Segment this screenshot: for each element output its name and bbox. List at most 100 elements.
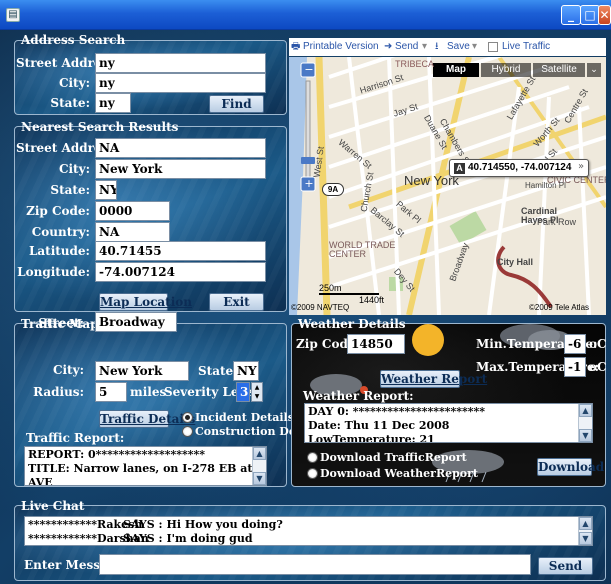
coords-callout[interactable]: A 40.714550, -74.007124 » <box>449 159 589 177</box>
chat-log[interactable]: ************Rakesh SAYS : Hi How you doi… <box>24 516 593 546</box>
search-street-input[interactable]: ny <box>95 53 266 73</box>
weather-report-text[interactable]: DAY 0: *********************** Date: Thu… <box>304 403 593 443</box>
incident-details-radio[interactable] <box>182 412 193 423</box>
coords-text: 40.714550, -74.007124 <box>468 162 572 173</box>
map-street-label: Cardinal Hayes Pl <box>521 206 559 225</box>
send-button[interactable]: Send <box>538 557 593 575</box>
traffic-report-text[interactable]: REPORT: 0******************* TITLE: Narr… <box>24 446 267 486</box>
send-link[interactable]: Send <box>395 38 418 56</box>
download-weather-label[interactable]: Download WeatherReport <box>320 467 478 480</box>
message-input[interactable] <box>99 554 531 575</box>
scroll-up-icon[interactable]: ▲ <box>579 404 592 417</box>
maximize-button[interactable]: □ <box>580 5 600 25</box>
min-temp-field[interactable]: -6 <box>564 334 586 354</box>
download-traffic-radio[interactable] <box>307 452 318 463</box>
result-longitude-label: Longitude: <box>17 265 90 279</box>
save-link[interactable]: Save <box>447 38 470 56</box>
map-type-satellite-button[interactable]: Satellite <box>533 63 585 77</box>
traffic-city-label: City: <box>52 363 84 377</box>
scroll-down-icon[interactable]: ▼ <box>579 532 592 545</box>
minimize-button[interactable]: _ <box>561 5 581 25</box>
traffic-report-scrollbar[interactable]: ▲ ▼ <box>252 447 266 485</box>
weather-report-line: LowTemperature: 21 <box>308 433 435 443</box>
close-button[interactable]: ✕ <box>598 5 611 25</box>
live-traffic-checkbox[interactable] <box>488 42 498 52</box>
app-icon[interactable]: ▤ <box>6 8 20 22</box>
severity-input[interactable]: 3 <box>236 382 250 402</box>
live-traffic-label[interactable]: Live Traffic <box>502 38 550 56</box>
download-button[interactable]: Download <box>537 458 604 476</box>
search-city-input[interactable]: ny <box>95 73 266 93</box>
traffic-state-input[interactable]: NY <box>233 361 259 381</box>
send-icon[interactable]: ➜ <box>384 38 392 56</box>
traffic-street-label: Street: <box>38 316 84 330</box>
traffic-report-line: REPORT: 0******************* <box>28 448 205 461</box>
result-country-field[interactable]: NA <box>95 222 170 242</box>
traffic-street-input[interactable]: Broadway <box>95 312 177 332</box>
live-chat-legend: Live Chat <box>21 499 85 513</box>
traffic-report-line: TITLE: Narrow lanes, on I-278 EB at LILY… <box>28 462 266 475</box>
nearest-results-legend: Nearest Search Results <box>21 120 179 134</box>
scroll-down-icon[interactable]: ▼ <box>253 472 266 485</box>
exit-button[interactable]: Exit <box>209 293 264 311</box>
result-latitude-field[interactable]: 40.71455 <box>95 241 266 261</box>
miles-label: miles <box>130 385 167 399</box>
construction-details-radio[interactable] <box>182 426 193 437</box>
min-temp-unit: oC <box>589 337 607 351</box>
printer-icon[interactable]: 🖶 <box>291 38 300 56</box>
result-longitude-field[interactable]: -74.007124 <box>95 262 266 282</box>
map-copyright-right: ©2009 Tele Atlas <box>529 303 590 312</box>
map-street-label: WORLD TRADE CENTER <box>329 240 396 259</box>
find-button[interactable]: Find <box>209 95 264 113</box>
printable-version-link[interactable]: Printable Version <box>303 38 379 56</box>
result-state-label: State: <box>50 183 90 197</box>
save-icon[interactable]: ⭳ <box>435 38 439 56</box>
scroll-down-icon[interactable]: ▼ <box>579 429 592 442</box>
map-street-label: Hamilton Pl <box>525 181 566 190</box>
save-dropdown-icon[interactable]: ▾ <box>472 38 477 56</box>
sun-icon <box>412 324 444 356</box>
scale-meters: 250m <box>319 283 342 293</box>
traffic-details-button[interactable]: Traffic Details <box>99 410 195 428</box>
severity-spinner[interactable]: ▲ ▼ <box>251 382 263 402</box>
weather-report-line: Date: Thu 11 Dec 2008 <box>308 419 450 432</box>
result-street-field[interactable]: NA <box>95 138 266 158</box>
zoom-out-icon[interactable]: − <box>304 64 314 76</box>
title-bar[interactable]: ▤ _ □ ✕ <box>0 0 611 30</box>
result-street-label: Street Address: <box>16 141 120 155</box>
chat-message-text: SAYS : Hi How you doing? <box>123 518 283 531</box>
radius-label: Radius: <box>33 385 84 399</box>
result-zip-field[interactable]: 0000 <box>95 201 170 221</box>
map-options-chevron-icon[interactable]: ⌄ <box>587 63 601 77</box>
traffic-city-input[interactable]: New York <box>95 361 189 381</box>
result-latitude-label: Latitude: <box>28 244 90 258</box>
weather-report-scrollbar[interactable]: ▲ ▼ <box>578 404 592 442</box>
max-temp-field[interactable]: -1 <box>564 357 586 377</box>
scroll-up-icon[interactable]: ▲ <box>579 517 592 530</box>
radius-input[interactable]: 5 <box>95 382 127 402</box>
map-street-label: City Hall <box>497 257 534 267</box>
map-street-label: TRIBECA <box>395 59 435 69</box>
map-type-map-button[interactable]: Map <box>433 63 479 77</box>
address-search-legend: Address Search <box>21 33 126 47</box>
result-state-field[interactable]: NY <box>95 180 117 200</box>
incident-details-label[interactable]: Incident Details <box>195 411 294 424</box>
scroll-up-icon[interactable]: ▲ <box>253 447 266 460</box>
result-city-field[interactable]: New York <box>95 159 266 179</box>
download-traffic-label[interactable]: Download TrafficReport <box>320 451 467 464</box>
traffic-report-label: Traffic Report: <box>26 431 125 445</box>
map-location-button[interactable]: Map Location <box>99 293 192 311</box>
download-weather-radio[interactable] <box>307 468 318 479</box>
send-dropdown-icon[interactable]: ▾ <box>422 38 427 56</box>
result-city-label: City: <box>58 162 90 176</box>
scale-feet: 1440ft <box>359 295 385 305</box>
chat-log-scrollbar[interactable]: ▲ ▼ <box>578 517 592 545</box>
map-type-hybrid-button[interactable]: Hybrid <box>481 63 531 77</box>
search-state-input[interactable]: ny <box>95 93 131 113</box>
weather-zip-input[interactable]: 14850 <box>347 334 405 354</box>
map-view[interactable]: − + Map Hybrid Satellite ⌄ Harrison St J… <box>289 57 606 315</box>
zoom-in-icon[interactable]: + <box>304 178 314 190</box>
traffic-state-label: State: <box>198 364 238 378</box>
callout-expand-icon[interactable]: » <box>578 161 584 172</box>
traffic-report-line: AVE <box>28 476 53 486</box>
